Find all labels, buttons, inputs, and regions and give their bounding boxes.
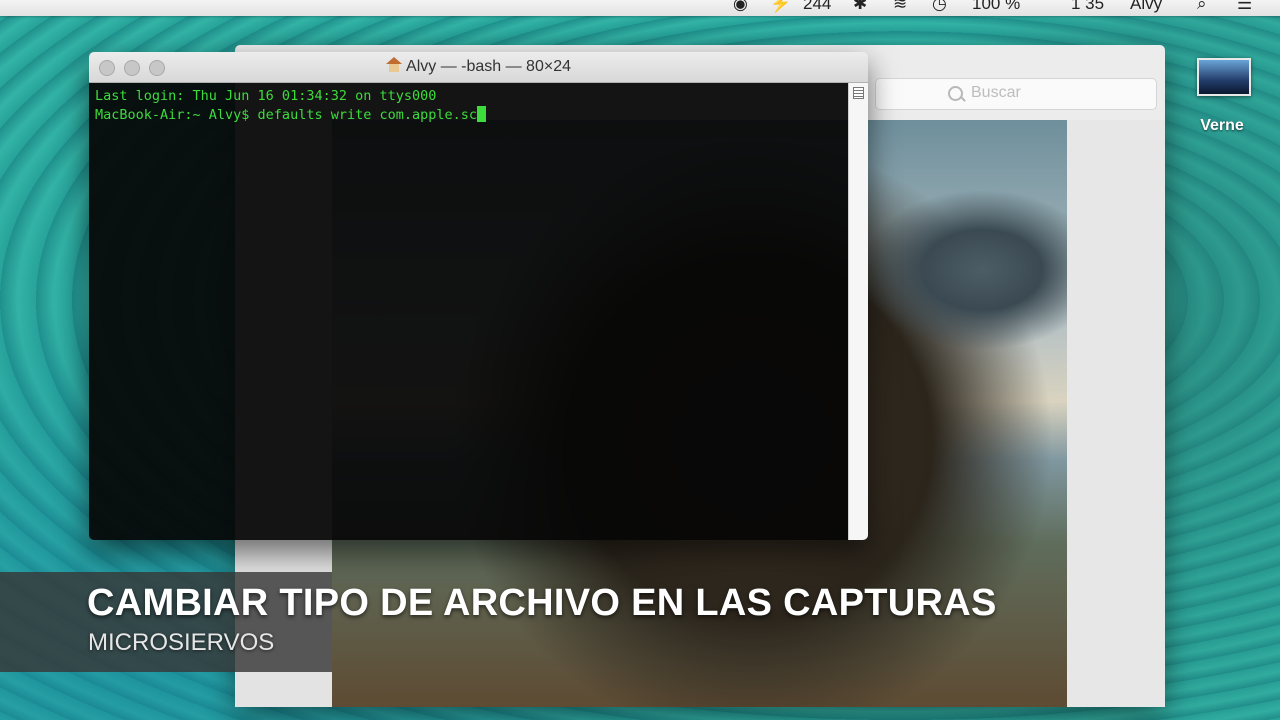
terminal-command-line[interactable]: MacBook-Air:~ Alvy$ defaults write com.a… [95,106,842,125]
menu-bar: ◉ ⚡ 244 ✱ ≋ ◷ 100 % 1 35 Alvy ⌕ ☰ [0,0,1280,16]
battery-status[interactable]: 100 % [972,0,1020,14]
search-input[interactable]: Buscar [875,78,1157,110]
text-cursor [477,106,487,122]
record-icon[interactable]: ◉ [733,0,748,14]
bluetooth-icon[interactable]: ✱ [853,0,867,14]
wifi-icon[interactable]: ≋ [893,0,907,14]
clock[interactable]: 1 35 [1071,0,1104,14]
terminal-titlebar[interactable]: Alvy — -bash — 80×24 [89,52,868,83]
spotlight-icon[interactable]: ⌕ [1197,0,1207,14]
scroll-split-icon[interactable] [853,87,864,99]
window-right-panel [1067,120,1165,707]
terminal-scrollbar[interactable] [848,83,868,540]
desktop-volume-icon[interactable] [1197,58,1251,96]
time-machine-icon[interactable]: ◷ [932,0,947,14]
terminal-prompt-command: MacBook-Air:~ Alvy$ defaults write com.a… [95,107,478,123]
terminal-title: Alvy — -bash — 80×24 [89,57,868,76]
bolt-icon[interactable]: ⚡ [770,0,791,14]
video-caption-subtitle: MICROSIERVOS [88,629,275,656]
terminal-line: Last login: Thu Jun 16 01:34:32 on ttys0… [95,88,437,104]
terminal-output[interactable]: Last login: Thu Jun 16 01:34:32 on ttys0… [89,83,848,540]
video-caption-title: CAMBIAR TIPO DE ARCHIVO EN LAS CAPTURAS [87,582,997,624]
terminal-window[interactable]: Alvy — -bash — 80×24 Last login: Thu Jun… [89,52,868,540]
home-icon [386,57,403,72]
desktop-icon-label[interactable]: Verne [1180,117,1264,135]
notification-center-icon[interactable]: ☰ [1237,0,1252,14]
search-placeholder: Buscar [971,84,1021,101]
user-menu[interactable]: Alvy [1130,0,1162,14]
search-icon [948,86,963,101]
terminal-title-text: Alvy — -bash — 80×24 [406,58,571,75]
counter-label[interactable]: 244 [803,0,831,14]
